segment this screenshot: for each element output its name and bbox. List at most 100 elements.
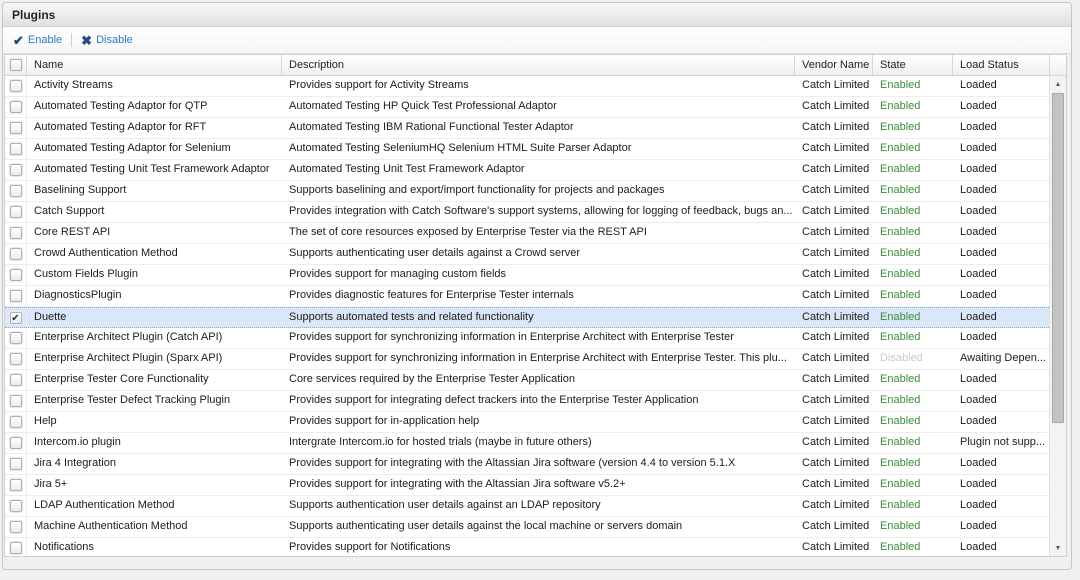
plugin-name: Custom Fields Plugin [27,265,282,285]
table-row[interactable]: Automated Testing Adaptor for Selenium A… [5,139,1049,160]
column-header-name[interactable]: Name [27,55,282,75]
toolbar: ✔ Enable ✖ Disable [3,27,1071,54]
column-header-load-status[interactable]: Load Status [953,55,1050,75]
table-row[interactable]: Automated Testing Unit Test Framework Ad… [5,160,1049,181]
table-row[interactable]: Core REST API The set of core resources … [5,223,1049,244]
select-all-checkbox[interactable] [5,55,27,75]
checkbox-icon [10,206,22,218]
enable-button[interactable]: ✔ Enable [8,32,67,49]
table-row[interactable]: LDAP Authentication Method Supports auth… [5,496,1049,517]
row-checkbox[interactable] [5,475,27,495]
table-row[interactable]: Automated Testing Adaptor for RFT Automa… [5,118,1049,139]
row-checkbox[interactable] [5,97,27,117]
plugin-vendor: Catch Limited [795,223,873,243]
table-row[interactable]: Enterprise Architect Plugin (Catch API) … [5,328,1049,349]
row-checkbox[interactable] [5,370,27,390]
table-row[interactable]: Activity Streams Provides support for Ac… [5,76,1049,97]
plugin-load-status: Plugin not supp... [953,433,1049,453]
plugin-name: Machine Authentication Method [27,517,282,537]
row-checkbox[interactable] [5,433,27,453]
table-row[interactable]: Enterprise Tester Core Functionality Cor… [5,370,1049,391]
disable-button[interactable]: ✖ Disable [76,32,138,49]
row-checkbox[interactable] [5,202,27,222]
scroll-up-button[interactable]: ▲ [1050,76,1066,92]
row-checkbox[interactable] [5,265,27,285]
plugin-load-status: Loaded [953,538,1049,556]
plugin-vendor: Catch Limited [795,202,873,222]
row-checkbox[interactable] [5,412,27,432]
plugin-description: Automated Testing IBM Rational Functiona… [282,118,795,138]
checkbox-icon [10,290,22,302]
table-row[interactable]: Crowd Authentication Method Supports aut… [5,244,1049,265]
plugin-description: Automated Testing SeleniumHQ Selenium HT… [282,139,795,159]
table-row[interactable]: Jira 4 Integration Provides support for … [5,454,1049,475]
table-row[interactable]: DiagnosticsPlugin Provides diagnostic fe… [5,286,1049,307]
plugin-vendor: Catch Limited [795,538,873,556]
plugin-state: Enabled [873,223,953,243]
plugin-description: Provides support for in-application help [282,412,795,432]
checkbox-icon [10,122,22,134]
row-checkbox[interactable] [5,160,27,180]
row-checkbox[interactable] [5,286,27,306]
checkbox-icon [10,521,22,533]
table-row[interactable]: Notifications Provides support for Notif… [5,538,1049,556]
scroll-down-button[interactable]: ▼ [1050,540,1066,556]
plugin-state: Enabled [873,538,953,556]
vertical-scrollbar[interactable]: ▲ ▼ [1049,76,1066,556]
table-row[interactable]: Automated Testing Adaptor for QTP Automa… [5,97,1049,118]
table-row[interactable]: Intercom.io plugin Intergrate Intercom.i… [5,433,1049,454]
plugin-state: Enabled [873,160,953,180]
checkbox-icon: ✔ [10,312,22,324]
checkbox-icon [10,164,22,176]
table-row[interactable]: Baselining Support Supports baselining a… [5,181,1049,202]
table-row[interactable]: Custom Fields Plugin Provides support fo… [5,265,1049,286]
plugin-load-status: Loaded [953,181,1049,201]
table-row[interactable]: Enterprise Tester Defect Tracking Plugin… [5,391,1049,412]
plugin-description: Supports authenticating user details aga… [282,244,795,264]
plugin-state: Enabled [873,202,953,222]
plugin-load-status: Loaded [953,475,1049,495]
row-checkbox[interactable] [5,181,27,201]
plugin-vendor: Catch Limited [795,370,873,390]
table-row[interactable]: Enterprise Architect Plugin (Sparx API) … [5,349,1049,370]
row-checkbox[interactable]: ✔ [5,308,27,327]
x-icon: ✖ [81,34,92,47]
plugin-name: Enterprise Architect Plugin (Sparx API) [27,349,282,369]
plugin-description: Supports authenticating user details aga… [282,517,795,537]
plugin-vendor: Catch Limited [795,328,873,348]
table-row[interactable]: Catch Support Provides integration with … [5,202,1049,223]
row-checkbox[interactable] [5,139,27,159]
table-row[interactable]: Jira 5+ Provides support for integrating… [5,475,1049,496]
column-header-description[interactable]: Description [282,55,795,75]
checkbox-icon [10,332,22,344]
row-checkbox[interactable] [5,349,27,369]
checkbox-icon [10,395,22,407]
column-header-vendor-name[interactable]: Vendor Name [795,55,873,75]
table-row[interactable]: Help Provides support for in-application… [5,412,1049,433]
plugin-vendor: Catch Limited [795,433,873,453]
row-checkbox[interactable] [5,496,27,516]
row-checkbox[interactable] [5,454,27,474]
checkbox-icon [10,185,22,197]
plugin-vendor: Catch Limited [795,76,873,96]
plugin-description: Provides support for managing custom fie… [282,265,795,285]
row-checkbox[interactable] [5,244,27,264]
plugin-description: Provides support for synchronizing infor… [282,328,795,348]
row-checkbox[interactable] [5,538,27,556]
table-row[interactable]: ✔ Duette Supports automated tests and re… [5,307,1049,328]
row-checkbox[interactable] [5,223,27,243]
column-header-state[interactable]: State [873,55,953,75]
plugin-load-status: Loaded [953,223,1049,243]
row-checkbox[interactable] [5,391,27,411]
plugin-state: Enabled [873,370,953,390]
plugin-vendor: Catch Limited [795,97,873,117]
row-checkbox[interactable] [5,76,27,96]
scrollbar-thumb[interactable] [1052,93,1064,423]
plugin-description: Provides support for integrating defect … [282,391,795,411]
row-checkbox[interactable] [5,328,27,348]
table-row[interactable]: Machine Authentication Method Supports a… [5,517,1049,538]
plugin-vendor: Catch Limited [795,244,873,264]
row-checkbox[interactable] [5,118,27,138]
row-checkbox[interactable] [5,517,27,537]
plugin-name: Jira 5+ [27,475,282,495]
